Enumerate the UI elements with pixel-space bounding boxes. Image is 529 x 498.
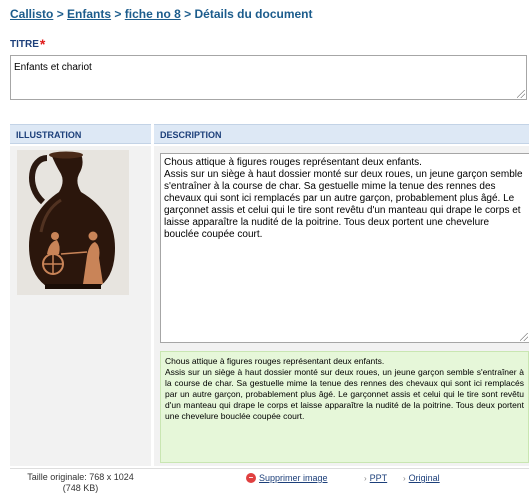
breadcrumb: Callisto > Enfants > fiche no 8 > Détail… xyxy=(10,7,313,21)
original-label: Original xyxy=(408,473,440,483)
image-size-kb: (748 KB) xyxy=(62,483,99,493)
seated-boy-head xyxy=(51,232,59,240)
description-preview-text: Chous attique à figures rouges représent… xyxy=(165,356,524,421)
original-link[interactable]: › Original xyxy=(403,473,440,483)
column-header-description: DESCRIPTION xyxy=(154,124,529,144)
resize-handle-icon[interactable] xyxy=(520,333,528,341)
description-value: Chous attique à figures rouges représent… xyxy=(164,157,523,240)
breadcrumb-separator: > xyxy=(114,7,122,21)
breadcrumb-current: Détails du document xyxy=(194,7,313,21)
title-label-text: TITRE xyxy=(10,39,39,50)
title-label: TITRE* xyxy=(10,36,45,52)
arrow-right-icon: › xyxy=(403,474,406,483)
delete-image-button[interactable]: – Supprimer image xyxy=(246,473,328,483)
table-header: ILLUSTRATION DESCRIPTION xyxy=(10,124,529,144)
breadcrumb-link-enfants[interactable]: Enfants xyxy=(67,7,111,21)
column-header-illustration: ILLUSTRATION xyxy=(10,124,151,144)
image-size-dimensions: Taille originale: 768 x 1024 xyxy=(27,472,134,482)
breadcrumb-link-fiche[interactable]: fiche no 8 xyxy=(125,7,181,21)
vase-base-band xyxy=(45,284,101,289)
minus-circle-icon: – xyxy=(246,473,256,483)
vase-rim xyxy=(49,151,83,159)
description-textarea[interactable]: Chous attique à figures rouges représent… xyxy=(160,153,529,343)
arrow-right-icon: › xyxy=(364,474,367,483)
ppt-label: PPT xyxy=(369,473,388,483)
breadcrumb-link-callisto[interactable]: Callisto xyxy=(10,7,53,21)
breadcrumb-separator: > xyxy=(184,7,192,21)
description-preview: Chous attique à figures rouges représent… xyxy=(160,351,529,463)
title-input-value: Enfants et chariot xyxy=(14,62,92,73)
image-size-info: Taille originale: 768 x 1024 (748 KB) xyxy=(10,472,151,494)
required-mark: * xyxy=(39,36,46,52)
ppt-link[interactable]: › PPT xyxy=(364,473,387,483)
pulling-boy-head xyxy=(88,231,98,241)
vase-image[interactable] xyxy=(17,150,129,295)
title-input[interactable]: Enfants et chariot xyxy=(10,55,527,100)
resize-handle-icon[interactable] xyxy=(517,90,525,98)
delete-image-label: Supprimer image xyxy=(259,473,328,483)
breadcrumb-separator: > xyxy=(56,7,64,21)
